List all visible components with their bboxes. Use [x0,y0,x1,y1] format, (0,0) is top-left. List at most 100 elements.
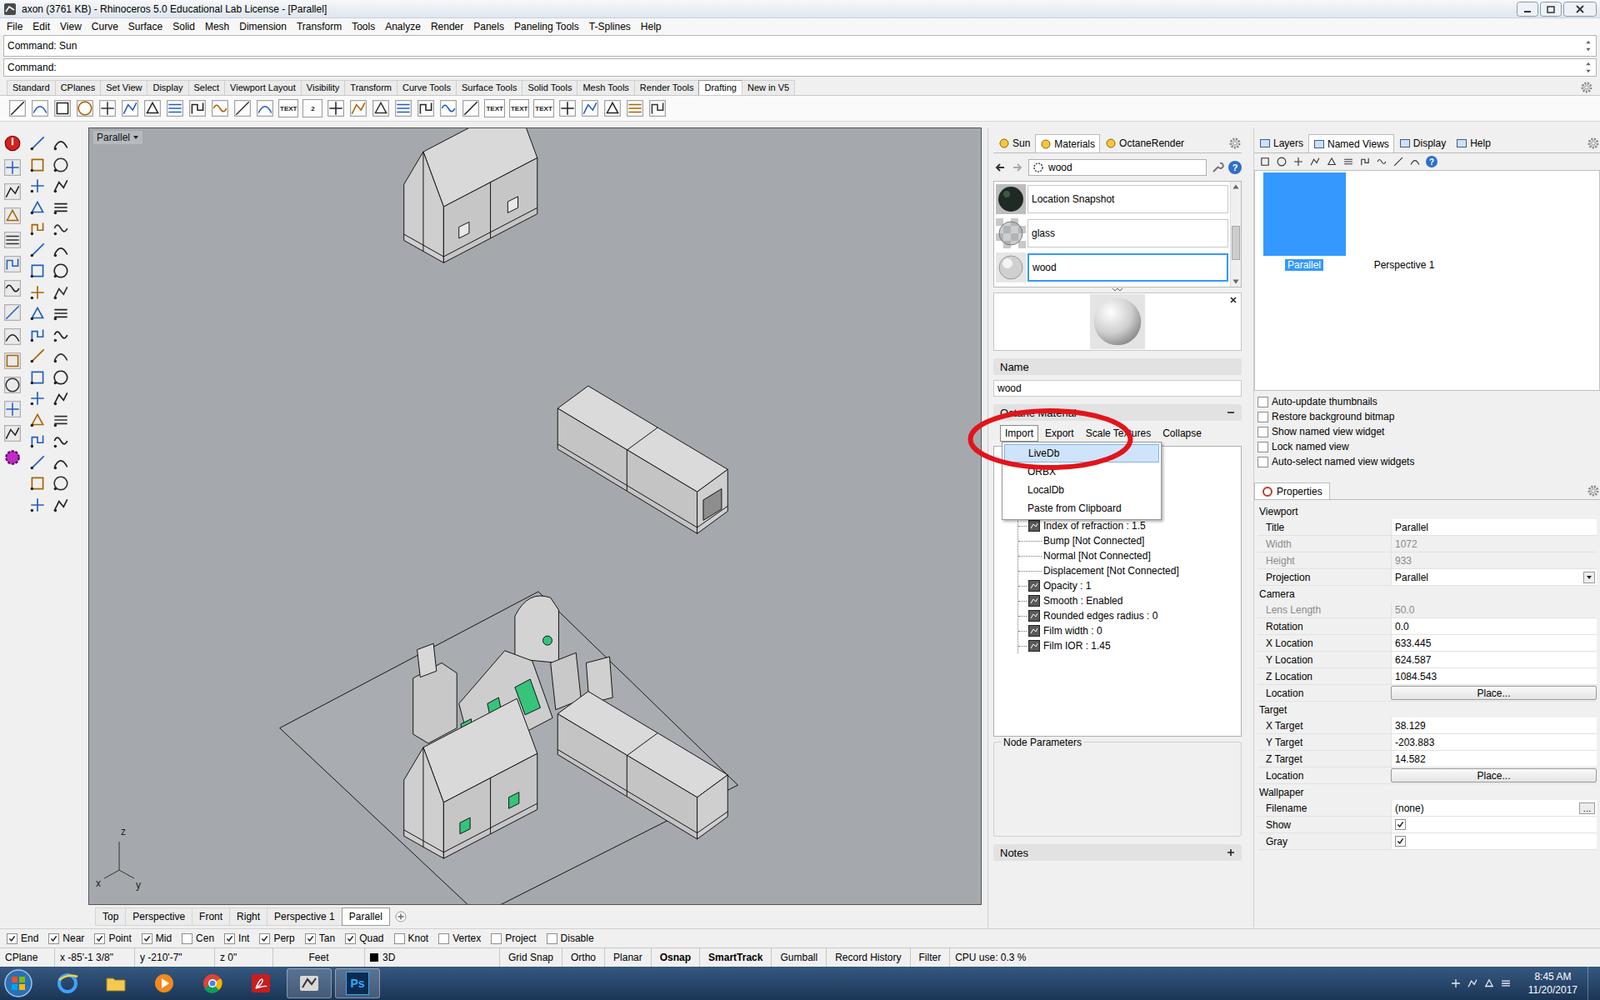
text-tool-icon[interactable]: 2 [302,99,323,118]
place-button[interactable]: Place... [1390,685,1597,700]
scroll-arrows-icon[interactable] [1584,60,1593,75]
menu-item[interactable]: Curve [86,19,124,35]
import-menu-item[interactable]: Paste from Clipboard [1004,499,1160,518]
tool-icon[interactable] [3,327,22,346]
tool-icon[interactable] [28,346,47,365]
layer-indicator[interactable]: 3D [365,948,500,967]
tool-icon[interactable] [98,99,117,118]
list-scrollbar[interactable] [1230,181,1241,287]
tool-icon[interactable] [51,453,70,472]
tool-icon[interactable] [3,255,22,274]
tool-icon[interactable] [625,99,645,118]
tray-icon[interactable] [1500,977,1512,990]
tool-icon[interactable] [51,304,70,323]
tool-icon[interactable] [51,283,70,302]
toolbar-tab[interactable]: Solid Tools [521,80,578,95]
tool-icon[interactable] [28,240,47,260]
tool-icon[interactable] [8,99,27,118]
tool-icon[interactable] [3,375,22,395]
material-name[interactable]: wood [1027,253,1229,282]
gear-icon[interactable] [1586,484,1600,498]
checkbox[interactable] [259,933,270,945]
taskbar-app[interactable] [238,968,284,999]
tool-icon[interactable] [51,219,70,238]
material-name-field[interactable]: wood [993,380,1242,397]
osnap-checkbox[interactable]: Tan [305,932,335,945]
tool-icon[interactable] [51,389,70,408]
material-name[interactable]: Location Snapshot [1027,185,1229,214]
import-menu-item[interactable]: LiveDb [1004,444,1160,463]
tool-icon[interactable] [28,474,47,493]
tool-icon[interactable] [51,474,70,493]
name-section-header[interactable]: Name [993,358,1242,375]
taskbar-app[interactable] [45,968,90,999]
collapse-icon[interactable] [1226,408,1235,417]
osnap-checkbox[interactable]: Quad [345,932,384,945]
view-tool-icon[interactable] [1342,155,1355,168]
status-pane[interactable]: Grid Snap [500,948,563,967]
taskbar-app[interactable] [190,968,235,999]
import-menu-item[interactable]: ORBX [1004,462,1160,481]
tree-node[interactable]: Rounded edges radius : 0 [1018,608,1241,624]
tool-icon[interactable] [3,400,22,419]
panel-tab[interactable]: OctaneRender [1100,134,1190,153]
view-tool-icon[interactable] [1292,155,1305,168]
add-viewport-icon[interactable] [394,910,408,924]
view-tool-icon[interactable] [1359,155,1371,168]
property-field[interactable]: Parallel [1390,519,1597,535]
status-pane[interactable]: Filter [910,948,951,967]
osnap-checkbox[interactable]: Knot [394,932,430,945]
tool-icon[interactable] [28,325,47,345]
panel-tab[interactable]: Sun [993,134,1035,153]
menu-item[interactable]: Surface [123,19,168,35]
property-field[interactable]: -203.883 [1390,734,1597,750]
minimize-icon[interactable] [1516,1,1539,17]
viewport-tab[interactable]: Parallel [341,907,390,926]
command-line[interactable]: Command: [3,58,1597,77]
osnap-checkbox[interactable]: Near [48,932,85,945]
checkbox[interactable] [305,933,316,945]
view-tool-icon[interactable] [1375,155,1388,168]
property-check[interactable] [1390,816,1597,833]
menu-item[interactable]: Solid [167,19,200,35]
osnap-checkbox[interactable]: Point [94,932,131,945]
checkbox[interactable] [1257,396,1269,408]
tool-icon[interactable] [28,134,47,153]
tool-icon[interactable] [416,99,435,118]
menu-item[interactable]: Dimension [234,19,292,35]
view-tool-icon[interactable] [1409,155,1421,168]
toolbar-tab[interactable]: Standard [6,80,56,95]
model-canvas[interactable]: zxy [89,128,981,905]
checkbox[interactable] [490,933,502,945]
wrench-icon[interactable] [1210,160,1225,175]
menu-item[interactable]: File [1,19,28,35]
toolbar-tab[interactable]: Visibility [300,80,346,95]
tree-node[interactable]: Smooth : Enabled [1018,593,1241,609]
text-tool-icon[interactable]: TEXT [533,99,554,118]
close-preview-icon[interactable] [1229,295,1238,305]
menu-item[interactable]: Render [425,19,469,35]
checkbox[interactable] [6,933,18,945]
tool-icon[interactable] [3,424,22,443]
tool-icon[interactable] [28,368,47,387]
help-button[interactable]: ? [1228,160,1242,175]
checkbox[interactable] [48,933,60,945]
tool-icon[interactable] [255,99,275,118]
back-arrow-icon[interactable] [993,160,1007,175]
text-tool-icon[interactable]: TEXT [278,99,299,118]
tool-icon[interactable] [53,99,72,118]
menu-item[interactable]: Tools [346,19,380,35]
checkbox[interactable] [181,933,193,945]
checkbox[interactable] [1395,835,1406,847]
tool-icon[interactable] [188,99,207,118]
close-icon[interactable] [1563,1,1597,17]
browse-button[interactable]: ... [1579,802,1595,815]
tree-node[interactable]: Film IOR : 1.45 [1018,638,1241,654]
option-checkbox[interactable]: Auto-select named view widgets [1257,454,1600,470]
tool-icon[interactable] [3,279,22,298]
octane-button[interactable]: Export [1040,425,1080,442]
panel-tab[interactable]: Materials [1035,134,1100,153]
dropdown-arrow-icon[interactable] [1583,571,1595,584]
tool-icon[interactable] [580,99,600,118]
octane-button[interactable]: Collapse [1157,425,1207,442]
